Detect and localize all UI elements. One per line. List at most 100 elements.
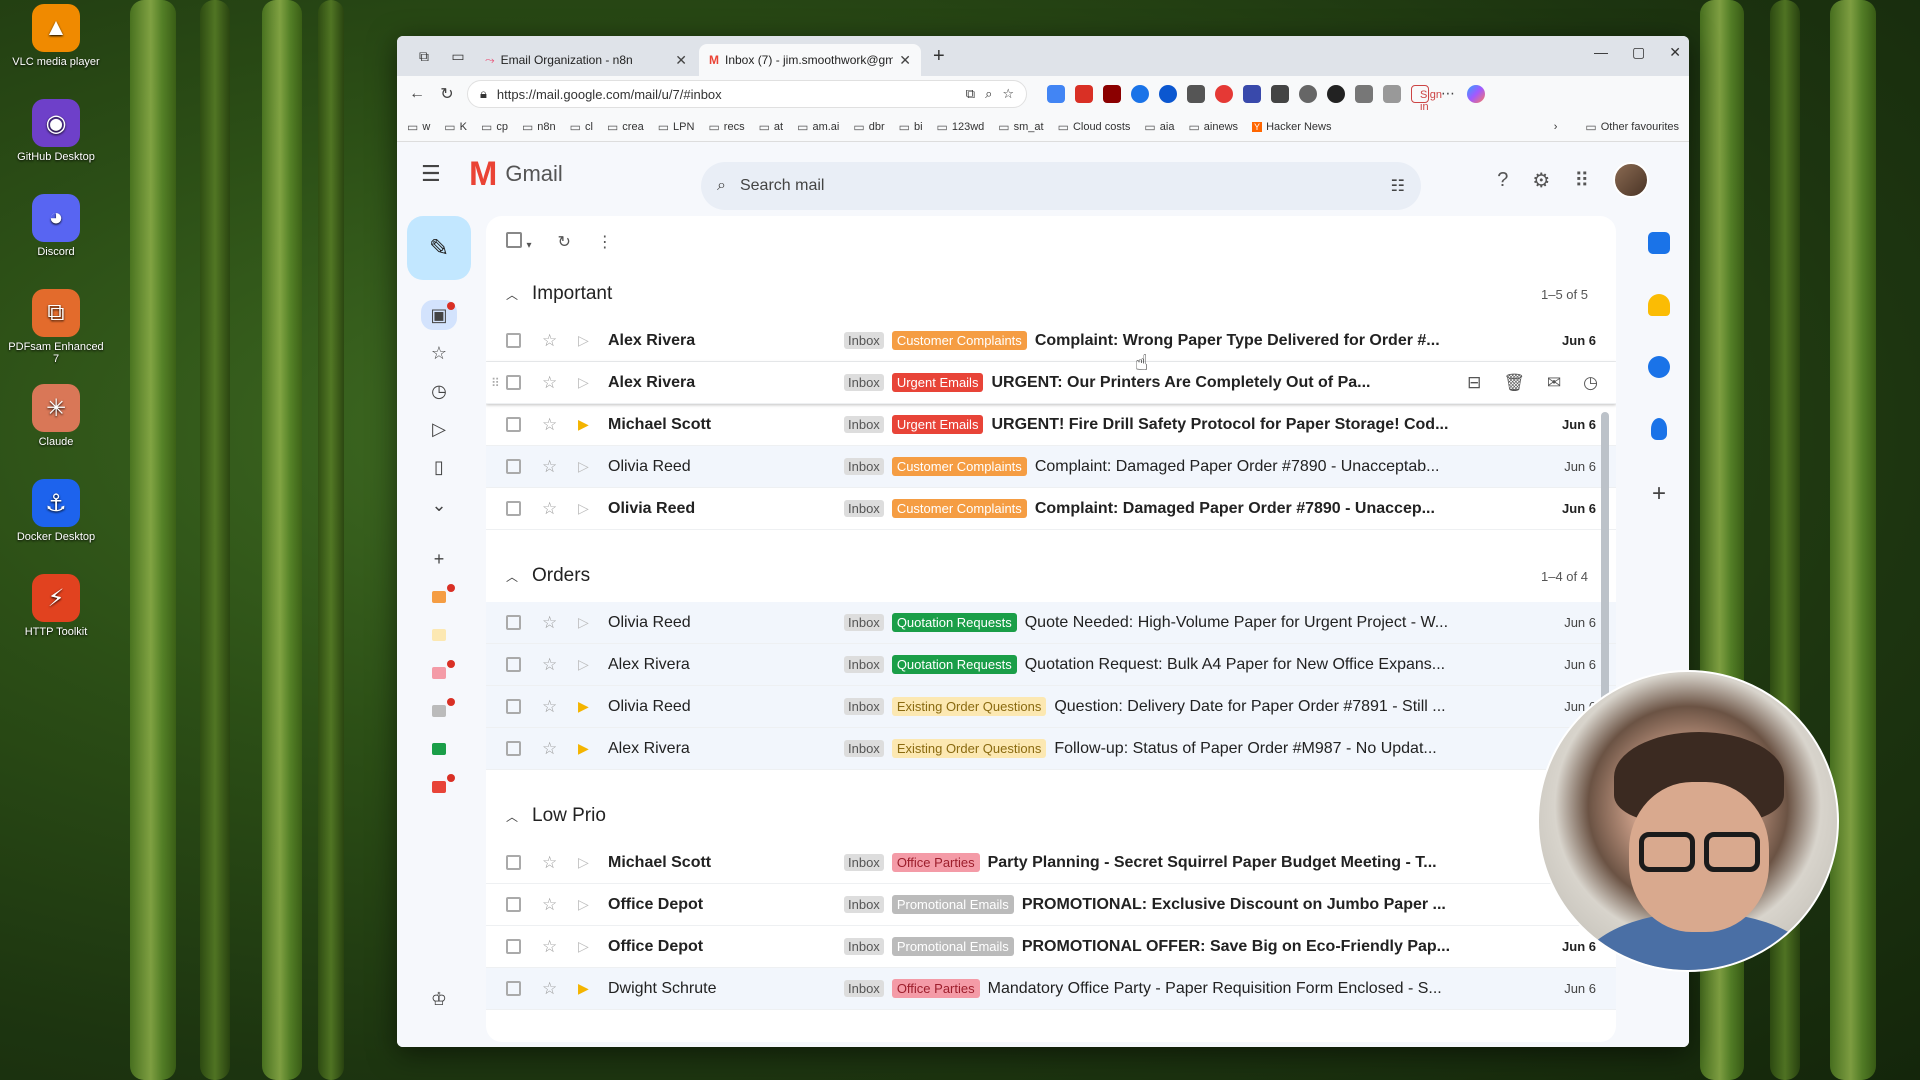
inbox-label[interactable]: Inbox bbox=[844, 614, 884, 631]
section-header[interactable]: ︿ Low Prio 1– bbox=[486, 790, 1616, 842]
zoom-icon[interactable]: ⌕ bbox=[985, 86, 992, 102]
open-app-icon[interactable]: ⧉ bbox=[966, 86, 975, 102]
extension-icon[interactable] bbox=[1271, 85, 1289, 103]
inbox-label[interactable]: Inbox bbox=[844, 458, 884, 475]
star-icon[interactable]: ☆ bbox=[542, 853, 578, 873]
bookmark-item[interactable]: ▭ 123wd bbox=[937, 120, 985, 134]
email-row[interactable]: ⠿ ☆ ▷ Alex Rivera Inbox Urgent Emails UR… bbox=[486, 362, 1616, 404]
minimize-icon[interactable]: — bbox=[1594, 44, 1608, 61]
snooze-clock-icon[interactable]: ◷ bbox=[1583, 373, 1598, 393]
inbox-label[interactable]: Inbox bbox=[844, 698, 884, 715]
star-icon[interactable]: ☆ bbox=[542, 613, 578, 633]
inbox-label[interactable]: Inbox bbox=[844, 740, 884, 757]
category-label[interactable]: Urgent Emails bbox=[891, 415, 984, 434]
inbox-label[interactable]: Inbox bbox=[844, 938, 884, 955]
row-checkbox[interactable] bbox=[506, 417, 521, 432]
category-label[interactable]: Quotation Requests bbox=[891, 613, 1017, 632]
row-checkbox[interactable] bbox=[506, 459, 521, 474]
row-checkbox[interactable] bbox=[506, 939, 521, 954]
help-icon[interactable]: ? bbox=[1497, 169, 1508, 192]
importance-marker-icon[interactable]: ▷ bbox=[578, 458, 608, 475]
desktop-icon[interactable]: ◕ Discord bbox=[8, 194, 104, 258]
section-header[interactable]: ︿ Orders 1–4 of 4 bbox=[486, 550, 1616, 602]
desktop-icon[interactable]: ✳ Claude bbox=[8, 384, 104, 448]
new-tab-icon[interactable]: + bbox=[933, 45, 945, 68]
inbox-label[interactable]: Inbox bbox=[844, 416, 884, 433]
tab-n8n[interactable]: ⤳ Email Organization - n8n ✕ bbox=[475, 44, 697, 76]
bookmark-item[interactable]: ▭ w bbox=[407, 120, 430, 134]
importance-marker-icon[interactable]: ▷ bbox=[578, 500, 608, 517]
importance-marker-icon[interactable]: ▷ bbox=[578, 614, 608, 631]
extension-icon[interactable] bbox=[1299, 85, 1317, 103]
contacts-icon[interactable] bbox=[1651, 418, 1667, 440]
email-row[interactable]: ☆ ▶ Michael Scott Inbox Urgent Emails UR… bbox=[486, 404, 1616, 446]
row-checkbox[interactable] bbox=[506, 699, 521, 714]
bookmark-item[interactable]: ▭ dbr bbox=[853, 120, 884, 134]
reload-icon[interactable]: ↻ bbox=[437, 84, 457, 104]
bookmark-item[interactable]: Y Hacker News bbox=[1252, 121, 1331, 133]
inbox-label[interactable]: Inbox bbox=[844, 980, 884, 997]
importance-marker-icon[interactable]: ▶ bbox=[578, 416, 608, 433]
collapse-icon[interactable]: ︿ bbox=[506, 286, 532, 303]
row-checkbox[interactable] bbox=[506, 501, 521, 516]
label-nav[interactable] bbox=[407, 578, 471, 616]
email-row[interactable]: ☆ ▷ Office Depot Inbox Promotional Email… bbox=[486, 926, 1616, 968]
search-icon[interactable]: ⌕ bbox=[717, 177, 726, 195]
email-row[interactable]: ☆ ▷ Olivia Reed Inbox Customer Complaint… bbox=[486, 446, 1616, 488]
email-row[interactable]: ☆ ▷ Olivia Reed Inbox Quotation Requests… bbox=[486, 602, 1616, 644]
star-icon[interactable]: ☆ bbox=[542, 895, 578, 915]
email-row[interactable]: ☆ ▶ Dwight Schrute Inbox Office Parties … bbox=[486, 968, 1616, 1010]
inbox-label[interactable]: Inbox bbox=[844, 500, 884, 517]
keep-icon[interactable] bbox=[1648, 294, 1670, 316]
label-nav[interactable] bbox=[407, 768, 471, 806]
importance-marker-icon[interactable]: ▷ bbox=[578, 938, 608, 955]
bookmark-item[interactable]: ▭ cp bbox=[481, 120, 508, 134]
more-vert-icon[interactable]: ⋮ bbox=[597, 232, 613, 252]
desktop-icon[interactable]: ⧉ PDFsam Enhanced 7 bbox=[8, 289, 104, 365]
settings-gear-icon[interactable]: ⚙ bbox=[1532, 168, 1550, 193]
label-nav[interactable] bbox=[407, 730, 471, 768]
email-row[interactable]: ☆ ▷ Olivia Reed Inbox Customer Complaint… bbox=[486, 488, 1616, 530]
tab-actions-icon[interactable]: ▭ bbox=[445, 43, 471, 69]
label-nav[interactable] bbox=[407, 654, 471, 692]
desktop-icon[interactable]: ▲ VLC media player bbox=[8, 4, 104, 68]
drag-handle-icon[interactable]: ⠿ bbox=[491, 376, 500, 390]
back-icon[interactable]: ← bbox=[407, 85, 427, 103]
category-label[interactable]: Existing Order Questions bbox=[891, 739, 1047, 758]
star-icon[interactable]: ☆ bbox=[542, 373, 578, 393]
importance-marker-icon[interactable]: ▶ bbox=[578, 980, 608, 997]
delete-trash-icon[interactable]: 🗑︎ bbox=[1503, 373, 1525, 393]
bookmark-item[interactable]: ▭ aia bbox=[1144, 120, 1174, 134]
extension-icon[interactable] bbox=[1215, 85, 1233, 103]
email-row[interactable]: ☆ ▷ Michael Scott Inbox Office Parties P… bbox=[486, 842, 1616, 884]
row-checkbox[interactable] bbox=[506, 981, 521, 996]
gmail-logo[interactable]: M Gmail bbox=[469, 157, 669, 191]
row-checkbox[interactable] bbox=[506, 333, 521, 348]
drafts-nav[interactable]: ▯ bbox=[407, 448, 471, 486]
label-nav[interactable] bbox=[407, 616, 471, 654]
label-nav[interactable] bbox=[407, 692, 471, 730]
bookmark-item[interactable]: ▭ LPN bbox=[658, 120, 695, 134]
more-icon[interactable]: ⋯ bbox=[1439, 85, 1457, 103]
email-row[interactable]: ☆ ▶ Alex Rivera Inbox Existing Order Que… bbox=[486, 728, 1616, 770]
favorites-icon[interactable] bbox=[1383, 85, 1401, 103]
main-menu-icon[interactable]: ☰ bbox=[421, 161, 451, 187]
select-all-checkbox[interactable]: ▾ bbox=[506, 231, 531, 253]
avatar[interactable] bbox=[1613, 162, 1649, 198]
star-icon[interactable]: ☆ bbox=[542, 331, 578, 351]
close-tab-icon[interactable]: ✕ bbox=[675, 52, 687, 69]
star-icon[interactable]: ☆ bbox=[542, 937, 578, 957]
star-icon[interactable]: ☆ bbox=[542, 697, 578, 717]
starred-nav[interactable]: ☆ bbox=[407, 334, 471, 372]
importance-marker-icon[interactable]: ▷ bbox=[578, 332, 608, 349]
star-icon[interactable]: ☆ bbox=[542, 979, 578, 999]
copilot-icon[interactable] bbox=[1467, 85, 1485, 103]
search-bar[interactable]: ⌕ Search mail ☷ bbox=[701, 162, 1421, 210]
email-row[interactable]: ☆ ▶ Olivia Reed Inbox Existing Order Que… bbox=[486, 686, 1616, 728]
bookmark-item[interactable]: ▭ Cloud costs bbox=[1058, 120, 1131, 134]
more-nav[interactable]: ⌄ bbox=[407, 486, 471, 524]
add-addon-icon[interactable]: + bbox=[1652, 480, 1666, 508]
maximize-icon[interactable]: ▢ bbox=[1632, 44, 1645, 61]
importance-marker-icon[interactable]: ▷ bbox=[578, 854, 608, 871]
desktop-icon[interactable]: ⚓ Docker Desktop bbox=[8, 479, 104, 543]
